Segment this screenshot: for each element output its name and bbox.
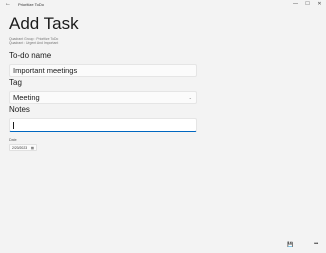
todo-name-value: Important meetings: [13, 66, 78, 75]
save-icon[interactable]: 💾: [287, 242, 293, 248]
calendar-icon: ▦: [30, 146, 34, 150]
tag-selected-value: Meeting: [13, 93, 40, 102]
date-value: 2/20/2023: [12, 146, 28, 150]
notes-input[interactable]: [9, 118, 197, 132]
more-options-icon[interactable]: •••: [314, 241, 318, 247]
date-picker[interactable]: 2/20/2023 ▦: [9, 144, 37, 151]
page-title: Add Task: [9, 14, 79, 33]
todo-name-label: To-do name: [9, 51, 52, 60]
chevron-down-icon: ⌄: [188, 95, 192, 100]
back-arrow-icon[interactable]: ←: [5, 0, 11, 9]
quadrant-text: Quadrant : Urgent And Important: [9, 41, 59, 45]
notes-label: Notes: [9, 105, 30, 114]
minimize-icon[interactable]: —: [291, 0, 300, 9]
date-label: Date: [9, 138, 17, 142]
maximize-icon[interactable]: ☐: [303, 0, 312, 9]
title-bar: ← Prioritize ToDo — ☐ ✕: [0, 0, 326, 10]
app-title: Prioritize ToDo: [18, 2, 44, 7]
tag-label: Tag: [9, 78, 22, 87]
text-caret: [13, 122, 14, 129]
tag-dropdown[interactable]: Meeting ⌄: [9, 91, 197, 104]
close-icon[interactable]: ✕: [315, 0, 324, 9]
todo-name-input[interactable]: Important meetings: [9, 64, 197, 77]
